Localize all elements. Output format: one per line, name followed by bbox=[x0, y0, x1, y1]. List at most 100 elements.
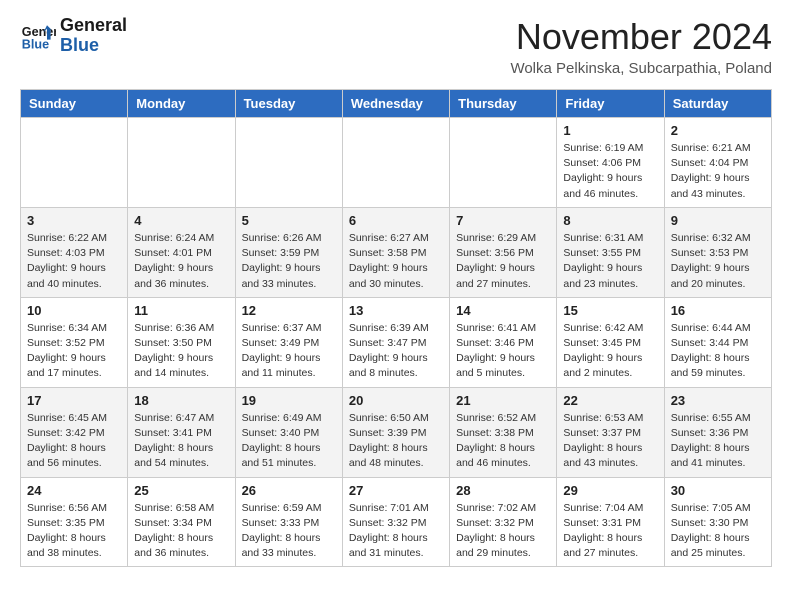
day-number: 6 bbox=[349, 213, 443, 228]
day-info: Sunrise: 6:29 AM Sunset: 3:56 PM Dayligh… bbox=[456, 231, 550, 292]
day-info: Sunrise: 6:41 AM Sunset: 3:46 PM Dayligh… bbox=[456, 321, 550, 382]
col-wednesday: Wednesday bbox=[342, 90, 449, 118]
day-info: Sunrise: 6:21 AM Sunset: 4:04 PM Dayligh… bbox=[671, 141, 765, 202]
calendar: Sunday Monday Tuesday Wednesday Thursday… bbox=[20, 89, 772, 567]
calendar-cell-w4-d6: 30Sunrise: 7:05 AM Sunset: 3:30 PM Dayli… bbox=[664, 477, 771, 567]
calendar-week-1: 3 Sunrise: 6:22 AM Sunset: 4:03 PM Daylig… bbox=[21, 207, 772, 297]
calendar-cell-w2-d6: 16Sunrise: 6:44 AM Sunset: 3:44 PM Dayli… bbox=[664, 297, 771, 387]
day-info: Sunrise: 6:31 AM Sunset: 3:55 PM Dayligh… bbox=[563, 231, 657, 292]
calendar-week-3: 17Sunrise: 6:45 AM Sunset: 3:42 PM Dayli… bbox=[21, 387, 772, 477]
day-number: 4 bbox=[134, 213, 228, 228]
title-area: November 2024 Wolka Pelkinska, Subcarpat… bbox=[510, 16, 772, 77]
day-number: 13 bbox=[349, 303, 443, 318]
calendar-cell-w1-d4: 7 Sunrise: 6:29 AM Sunset: 3:56 PM Daylig… bbox=[450, 207, 557, 297]
day-info: Sunrise: 6:42 AM Sunset: 3:45 PM Dayligh… bbox=[563, 321, 657, 382]
calendar-cell-w2-d5: 15 Sunrise: 6:42 AM Sunset: 3:45 PM Dayli… bbox=[557, 297, 664, 387]
calendar-cell-w4-d2: 26Sunrise: 6:59 AM Sunset: 3:33 PM Dayli… bbox=[235, 477, 342, 567]
day-info: Sunrise: 7:04 AM Sunset: 3:31 PM Dayligh… bbox=[563, 501, 657, 562]
day-number: 20 bbox=[349, 393, 443, 408]
day-info: Sunrise: 6:19 AM Sunset: 4:06 PM Dayligh… bbox=[563, 141, 657, 202]
day-number: 24 bbox=[27, 483, 121, 498]
day-info: Sunrise: 6:27 AM Sunset: 3:58 PM Dayligh… bbox=[349, 231, 443, 292]
calendar-cell-w1-d2: 5Sunrise: 6:26 AM Sunset: 3:59 PM Daylig… bbox=[235, 207, 342, 297]
day-info: Sunrise: 6:26 AM Sunset: 3:59 PM Dayligh… bbox=[242, 231, 336, 292]
calendar-week-0: 1 Sunrise: 6:19 AM Sunset: 4:06 PM Daylig… bbox=[21, 118, 772, 208]
day-info: Sunrise: 6:56 AM Sunset: 3:35 PM Dayligh… bbox=[27, 501, 121, 562]
day-number: 19 bbox=[242, 393, 336, 408]
calendar-cell-w3-d1: 18 Sunrise: 6:47 AM Sunset: 3:41 PM Dayli… bbox=[128, 387, 235, 477]
svg-text:Blue: Blue bbox=[22, 37, 49, 51]
col-tuesday: Tuesday bbox=[235, 90, 342, 118]
page: General Blue General Blue November 2024 … bbox=[0, 0, 792, 583]
day-number: 7 bbox=[456, 213, 550, 228]
day-number: 1 bbox=[563, 123, 657, 138]
col-saturday: Saturday bbox=[664, 90, 771, 118]
day-info: Sunrise: 6:34 AM Sunset: 3:52 PM Dayligh… bbox=[27, 321, 121, 382]
day-number: 22 bbox=[563, 393, 657, 408]
calendar-cell-w0-d4 bbox=[450, 118, 557, 208]
calendar-cell-w3-d0: 17Sunrise: 6:45 AM Sunset: 3:42 PM Dayli… bbox=[21, 387, 128, 477]
day-info: Sunrise: 7:05 AM Sunset: 3:30 PM Dayligh… bbox=[671, 501, 765, 562]
day-info: Sunrise: 7:02 AM Sunset: 3:32 PM Dayligh… bbox=[456, 501, 550, 562]
logo: General Blue General Blue bbox=[20, 16, 127, 56]
day-number: 9 bbox=[671, 213, 765, 228]
col-monday: Monday bbox=[128, 90, 235, 118]
day-info: Sunrise: 7:01 AM Sunset: 3:32 PM Dayligh… bbox=[349, 501, 443, 562]
logo-icon: General Blue bbox=[20, 18, 56, 54]
calendar-cell-w3-d3: 20Sunrise: 6:50 AM Sunset: 3:39 PM Dayli… bbox=[342, 387, 449, 477]
day-info: Sunrise: 6:45 AM Sunset: 3:42 PM Dayligh… bbox=[27, 411, 121, 472]
day-info: Sunrise: 6:58 AM Sunset: 3:34 PM Dayligh… bbox=[134, 501, 228, 562]
logo-line2: Blue bbox=[60, 35, 99, 55]
calendar-cell-w0-d1 bbox=[128, 118, 235, 208]
calendar-cell-w1-d6: 9Sunrise: 6:32 AM Sunset: 3:53 PM Daylig… bbox=[664, 207, 771, 297]
day-info: Sunrise: 6:47 AM Sunset: 3:41 PM Dayligh… bbox=[134, 411, 228, 472]
location: Wolka Pelkinska, Subcarpathia, Poland bbox=[510, 60, 772, 77]
calendar-week-4: 24 Sunrise: 6:56 AM Sunset: 3:35 PM Dayli… bbox=[21, 477, 772, 567]
day-info: Sunrise: 6:52 AM Sunset: 3:38 PM Dayligh… bbox=[456, 411, 550, 472]
calendar-cell-w3-d4: 21 Sunrise: 6:52 AM Sunset: 3:38 PM Dayli… bbox=[450, 387, 557, 477]
header: General Blue General Blue November 2024 … bbox=[20, 16, 772, 77]
col-friday: Friday bbox=[557, 90, 664, 118]
day-info: Sunrise: 6:55 AM Sunset: 3:36 PM Dayligh… bbox=[671, 411, 765, 472]
calendar-cell-w1-d1: 4Sunrise: 6:24 AM Sunset: 4:01 PM Daylig… bbox=[128, 207, 235, 297]
day-info: Sunrise: 6:39 AM Sunset: 3:47 PM Dayligh… bbox=[349, 321, 443, 382]
calendar-cell-w0-d0 bbox=[21, 118, 128, 208]
calendar-week-2: 10Sunrise: 6:34 AM Sunset: 3:52 PM Dayli… bbox=[21, 297, 772, 387]
calendar-cell-w1-d0: 3 Sunrise: 6:22 AM Sunset: 4:03 PM Daylig… bbox=[21, 207, 128, 297]
calendar-cell-w4-d1: 25Sunrise: 6:58 AM Sunset: 3:34 PM Dayli… bbox=[128, 477, 235, 567]
calendar-cell-w2-d4: 14Sunrise: 6:41 AM Sunset: 3:46 PM Dayli… bbox=[450, 297, 557, 387]
calendar-cell-w0-d2 bbox=[235, 118, 342, 208]
day-number: 8 bbox=[563, 213, 657, 228]
calendar-cell-w2-d2: 12Sunrise: 6:37 AM Sunset: 3:49 PM Dayli… bbox=[235, 297, 342, 387]
day-number: 29 bbox=[563, 483, 657, 498]
calendar-cell-w2-d1: 11Sunrise: 6:36 AM Sunset: 3:50 PM Dayli… bbox=[128, 297, 235, 387]
day-number: 18 bbox=[134, 393, 228, 408]
day-number: 21 bbox=[456, 393, 550, 408]
calendar-cell-w3-d6: 23 Sunrise: 6:55 AM Sunset: 3:36 PM Dayli… bbox=[664, 387, 771, 477]
col-sunday: Sunday bbox=[21, 90, 128, 118]
day-number: 15 bbox=[563, 303, 657, 318]
day-number: 3 bbox=[27, 213, 121, 228]
calendar-cell-w1-d3: 6 Sunrise: 6:27 AM Sunset: 3:58 PM Daylig… bbox=[342, 207, 449, 297]
calendar-header-row: Sunday Monday Tuesday Wednesday Thursday… bbox=[21, 90, 772, 118]
logo-text: General Blue bbox=[60, 16, 127, 56]
calendar-cell-w4-d0: 24 Sunrise: 6:56 AM Sunset: 3:35 PM Dayli… bbox=[21, 477, 128, 567]
logo-line1: General bbox=[60, 15, 127, 35]
day-number: 27 bbox=[349, 483, 443, 498]
day-number: 16 bbox=[671, 303, 765, 318]
day-info: Sunrise: 6:22 AM Sunset: 4:03 PM Dayligh… bbox=[27, 231, 121, 292]
calendar-body: 1 Sunrise: 6:19 AM Sunset: 4:06 PM Daylig… bbox=[21, 118, 772, 567]
day-number: 2 bbox=[671, 123, 765, 138]
calendar-cell-w0-d6: 2 Sunrise: 6:21 AM Sunset: 4:04 PM Daylig… bbox=[664, 118, 771, 208]
calendar-cell-w4-d4: 28Sunrise: 7:02 AM Sunset: 3:32 PM Dayli… bbox=[450, 477, 557, 567]
day-number: 23 bbox=[671, 393, 765, 408]
calendar-cell-w2-d0: 10Sunrise: 6:34 AM Sunset: 3:52 PM Dayli… bbox=[21, 297, 128, 387]
calendar-cell-w4-d3: 27 Sunrise: 7:01 AM Sunset: 3:32 PM Dayli… bbox=[342, 477, 449, 567]
calendar-cell-w1-d5: 8 Sunrise: 6:31 AM Sunset: 3:55 PM Daylig… bbox=[557, 207, 664, 297]
day-info: Sunrise: 6:36 AM Sunset: 3:50 PM Dayligh… bbox=[134, 321, 228, 382]
calendar-cell-w4-d5: 29 Sunrise: 7:04 AM Sunset: 3:31 PM Dayli… bbox=[557, 477, 664, 567]
day-number: 26 bbox=[242, 483, 336, 498]
day-info: Sunrise: 6:49 AM Sunset: 3:40 PM Dayligh… bbox=[242, 411, 336, 472]
calendar-cell-w3-d2: 19 Sunrise: 6:49 AM Sunset: 3:40 PM Dayli… bbox=[235, 387, 342, 477]
day-info: Sunrise: 6:53 AM Sunset: 3:37 PM Dayligh… bbox=[563, 411, 657, 472]
